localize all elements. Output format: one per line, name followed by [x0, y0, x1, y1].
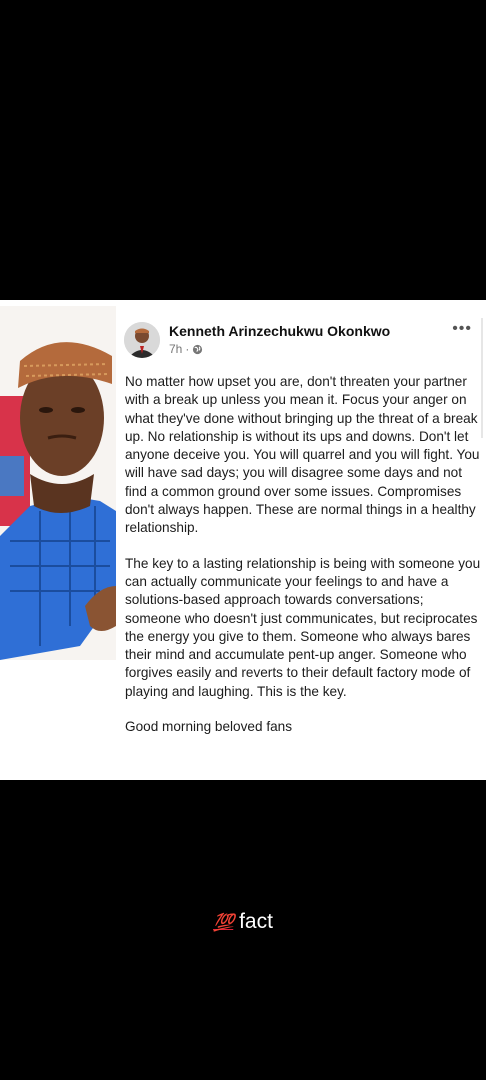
author-photo	[0, 306, 116, 660]
author-name[interactable]: Kenneth Arinzechukwu Okonkwo	[169, 323, 390, 339]
post-header: Kenneth Arinzechukwu Okonkwo 7h · •••	[124, 320, 480, 360]
caption: 💯 fact	[0, 910, 486, 934]
more-options-icon[interactable]: •••	[452, 321, 472, 337]
globe-icon	[192, 344, 203, 355]
post-screenshot-card: Kenneth Arinzechukwu Okonkwo 7h · ••• No…	[0, 300, 486, 780]
scrollbar	[481, 318, 483, 438]
post-paragraph-1: No matter how upset you are, don't threa…	[125, 374, 480, 536]
post-paragraph-2: The key to a lasting relationship is bei…	[125, 555, 481, 699]
post-body: No matter how upset you are, don't threa…	[125, 373, 481, 753]
meta-separator: ·	[185, 342, 190, 356]
post-paragraph-3: Good morning beloved fans	[125, 719, 293, 735]
caption-text: fact	[239, 910, 273, 933]
post-meta: 7h ·	[169, 342, 203, 356]
hundred-points-icon: 💯	[213, 913, 234, 932]
post-time[interactable]: 7h	[169, 342, 182, 356]
author-avatar[interactable]	[124, 322, 160, 358]
